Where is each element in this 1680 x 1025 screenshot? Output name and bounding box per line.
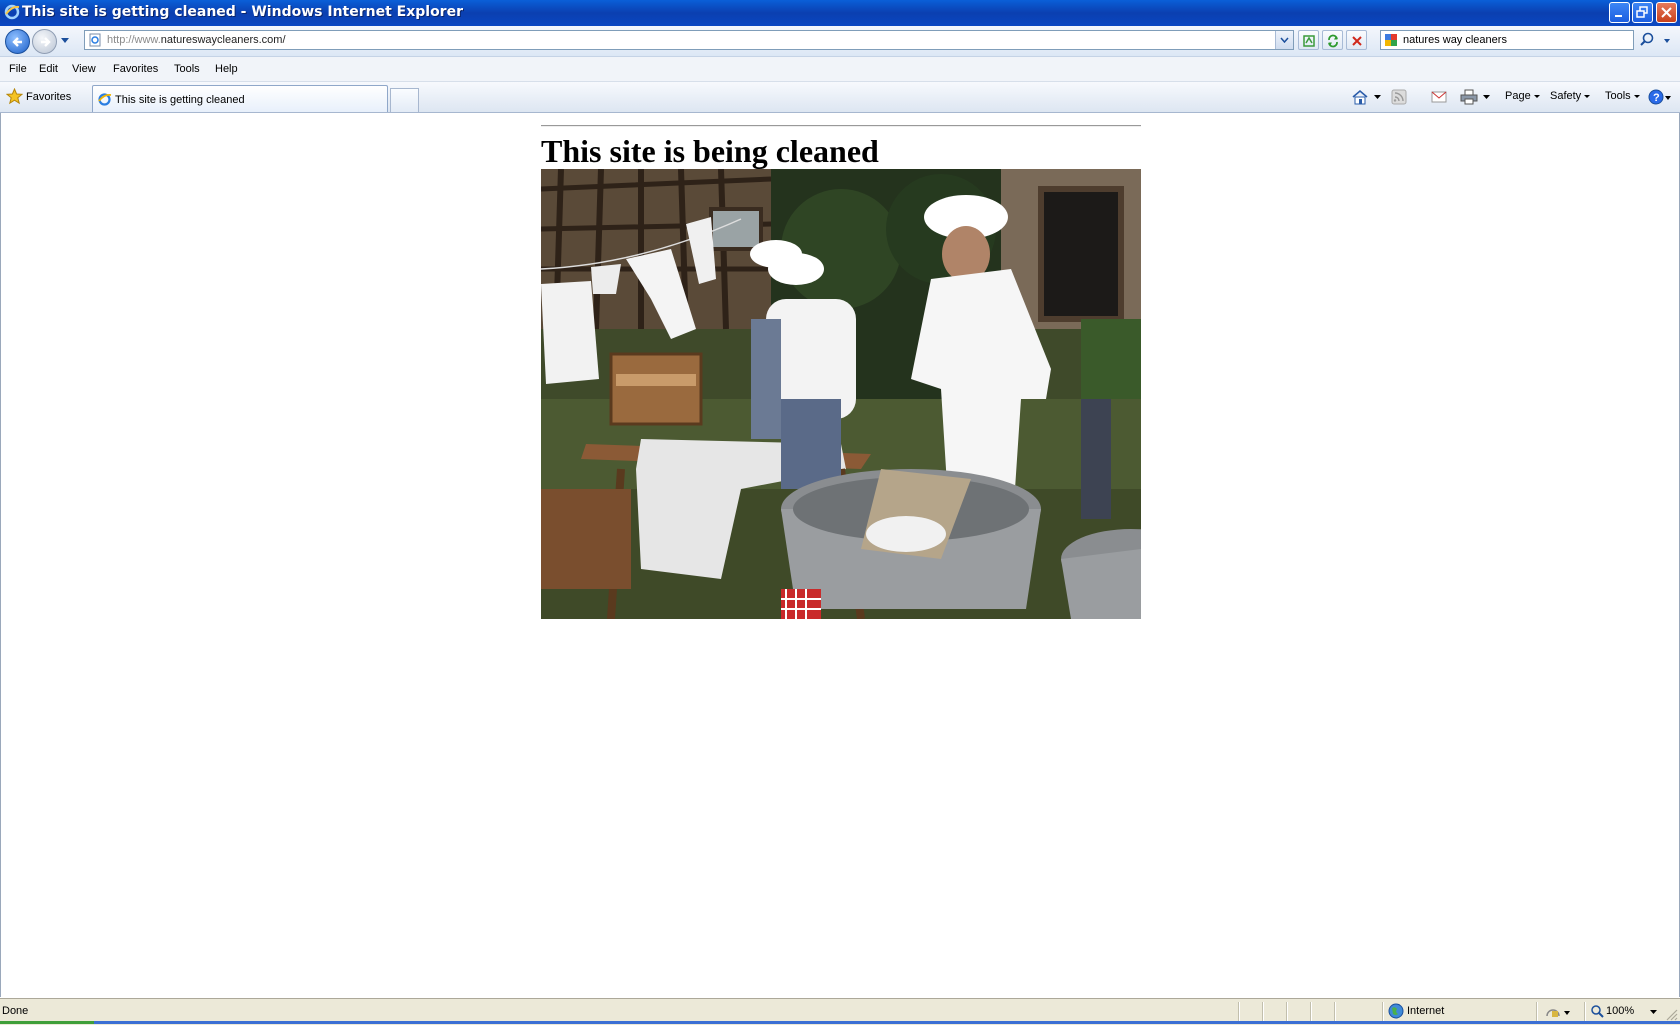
laundry-photo — [541, 169, 1141, 619]
page-menu-button[interactable]: Page — [1505, 90, 1540, 102]
close-icon — [1661, 7, 1672, 18]
star-icon — [6, 88, 23, 105]
back-arrow-icon — [12, 37, 22, 47]
page-icon — [89, 33, 101, 47]
read-mail-icon[interactable] — [1431, 89, 1447, 103]
status-separator — [1334, 1002, 1336, 1021]
address-dropdown-button[interactable] — [1275, 31, 1293, 49]
globe-icon — [1388, 1003, 1404, 1019]
refresh-icon — [1328, 34, 1338, 48]
minimize-button[interactable] — [1609, 2, 1630, 23]
tab-current[interactable]: This site is getting cleaned — [92, 85, 388, 112]
forward-arrow-icon — [41, 37, 51, 47]
recent-pages-dropdown-icon[interactable] — [60, 37, 70, 45]
zoom-dropdown-icon[interactable] — [1650, 1010, 1657, 1015]
menu-file[interactable]: File — [9, 63, 27, 75]
security-zone[interactable]: Internet — [1407, 1005, 1444, 1017]
tab-label: This site is getting cleaned — [115, 94, 245, 106]
protected-mode-icon[interactable] — [1545, 1004, 1573, 1020]
forward-button[interactable] — [32, 29, 57, 54]
menu-edit[interactable]: Edit — [39, 63, 58, 75]
title-bar: This site is getting cleaned - Windows I… — [0, 0, 1680, 26]
address-url: http://www.natureswaycleaners.com/ — [107, 34, 286, 46]
menu-favorites[interactable]: Favorites — [113, 63, 158, 75]
back-button[interactable] — [5, 29, 30, 54]
menu-bar: File Edit View Favorites Tools Help — [0, 57, 1680, 82]
google-icon — [1385, 34, 1397, 46]
svg-text:?: ? — [1653, 92, 1660, 104]
search-options-icon[interactable] — [1663, 38, 1671, 44]
search-button[interactable] — [1637, 30, 1675, 50]
restore-icon — [1636, 6, 1648, 18]
menu-help[interactable]: Help — [215, 63, 238, 75]
magnifier-icon — [1640, 32, 1654, 46]
minimize-icon — [1615, 15, 1622, 17]
address-input[interactable]: http://www.natureswaycleaners.com/ — [84, 30, 1294, 50]
status-separator — [1584, 1002, 1586, 1021]
ie-logo-icon — [4, 4, 20, 20]
print-icon[interactable] — [1460, 89, 1478, 105]
refresh-button[interactable] — [1322, 30, 1343, 50]
page-content: This site is being cleaned — [0, 113, 1680, 997]
help-icon[interactable]: ? — [1648, 88, 1672, 106]
print-dropdown-icon[interactable] — [1483, 95, 1490, 100]
page-heading: This site is being cleaned — [541, 133, 879, 169]
favorites-bar: Favorites This site is getting cleaned P… — [0, 82, 1680, 113]
menu-tools[interactable]: Tools — [174, 63, 200, 75]
tools-menu-button[interactable]: Tools — [1605, 90, 1640, 102]
home-dropdown-icon[interactable] — [1374, 95, 1381, 100]
home-icon[interactable] — [1351, 89, 1369, 105]
close-window-button[interactable] — [1656, 2, 1677, 23]
ie-page-icon — [98, 93, 112, 106]
resize-grip-icon[interactable] — [1664, 1007, 1678, 1021]
status-separator — [1382, 1002, 1384, 1021]
compatibility-icon — [1303, 35, 1315, 47]
feeds-icon[interactable] — [1391, 89, 1407, 105]
menu-view[interactable]: View — [72, 63, 96, 75]
status-separator — [1286, 1002, 1288, 1021]
navigation-bar: http://www.natureswaycleaners.com/ natur… — [0, 26, 1680, 57]
stop-icon — [1352, 36, 1362, 46]
status-separator — [1310, 1002, 1312, 1021]
status-separator — [1536, 1002, 1538, 1021]
zoom-level[interactable]: 100% — [1606, 1005, 1634, 1017]
zoom-icon — [1591, 1005, 1604, 1018]
new-tab-button[interactable] — [390, 88, 419, 112]
status-text: Done — [2, 1005, 29, 1017]
status-separator — [1262, 1002, 1264, 1021]
compatibility-view-button[interactable] — [1298, 30, 1319, 50]
horizontal-rule — [541, 125, 1141, 127]
search-value: natures way cleaners — [1403, 34, 1507, 46]
stop-button[interactable] — [1346, 30, 1367, 50]
safety-menu-button[interactable]: Safety — [1550, 90, 1591, 102]
search-input[interactable]: natures way cleaners — [1380, 30, 1634, 50]
window-title: This site is getting cleaned - Windows I… — [22, 4, 463, 20]
restore-button[interactable] — [1632, 2, 1653, 23]
chevron-down-icon — [1280, 37, 1289, 43]
status-separator — [1238, 1002, 1240, 1021]
